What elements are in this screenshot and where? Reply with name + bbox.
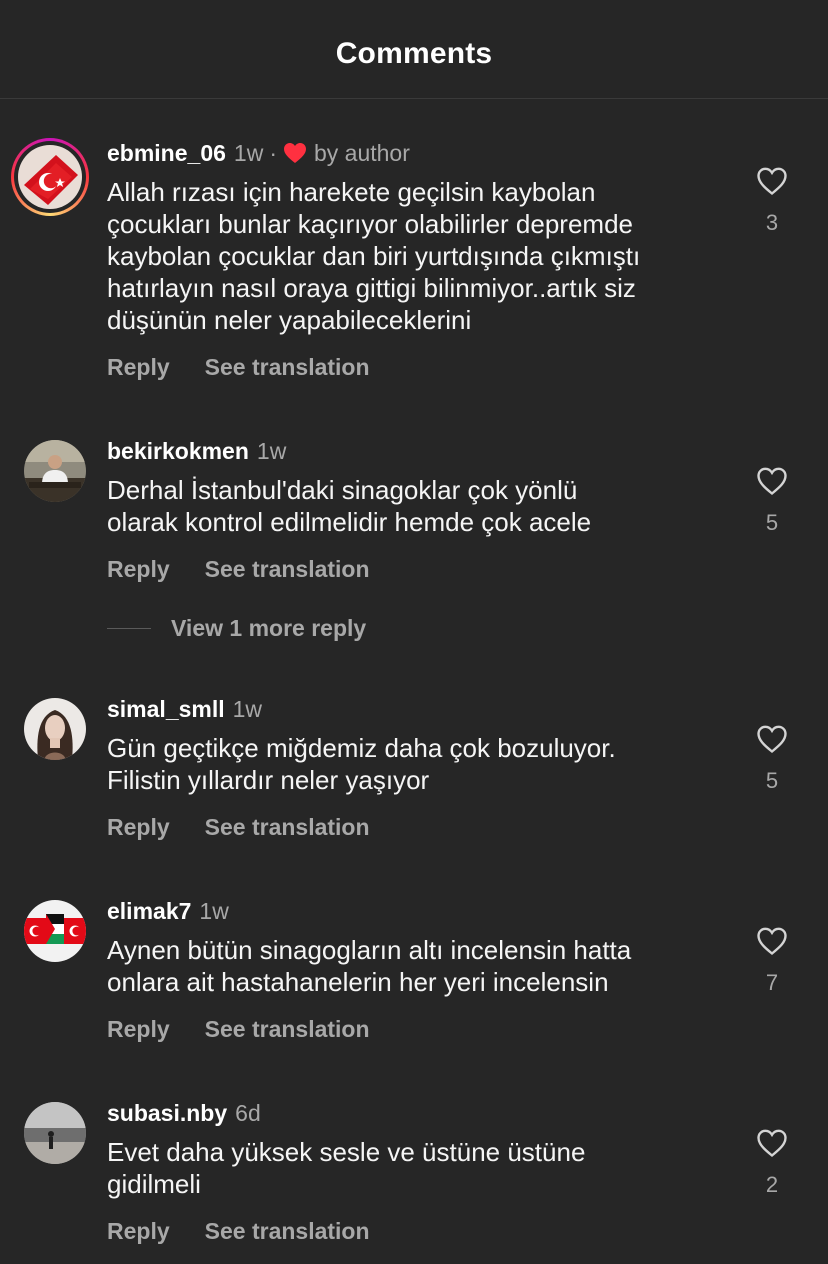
beach-silhouette-avatar[interactable] (24, 1102, 86, 1164)
comment-username[interactable]: simal_smll (107, 695, 225, 723)
reply-button[interactable]: Reply (107, 555, 170, 583)
flags-avatar[interactable] (24, 900, 86, 962)
view-more-replies-button[interactable]: View 1 more reply (107, 615, 366, 642)
comment-like: 5 (748, 724, 796, 794)
comment-username[interactable]: elimak7 (107, 897, 191, 925)
comment-text: Derhal İstanbul'daki sinagoklar çok yönl… (107, 475, 592, 537)
reply-button[interactable]: Reply (107, 1217, 170, 1245)
avatar-story-ring[interactable] (11, 138, 89, 216)
reply-button[interactable]: Reply (107, 1015, 170, 1043)
see-translation-button[interactable]: See translation (205, 1217, 370, 1245)
comment-actions: Reply See translation (107, 1217, 370, 1245)
heart-icon[interactable] (756, 926, 788, 956)
comment-time: 1w (233, 140, 264, 166)
comments-header: Comments (0, 0, 828, 99)
see-translation-button[interactable]: See translation (205, 1015, 370, 1043)
heart-icon[interactable] (756, 466, 788, 496)
comment-username[interactable]: ebmine_06 (107, 139, 226, 167)
comment-actions: Reply See translation (107, 1015, 370, 1043)
liked-heart-icon (283, 143, 306, 163)
comment-text: Aynen bütün sinagogların altı incelensin… (107, 935, 632, 997)
heart-icon[interactable] (756, 166, 788, 196)
reply-button[interactable]: Reply (107, 813, 170, 841)
see-translation-button[interactable]: See translation (205, 813, 370, 841)
comment-like: 5 (748, 466, 796, 536)
comment-username[interactable]: bekirkokmen (107, 437, 249, 465)
comment-time: 6d (235, 1100, 261, 1126)
comment-text: Evet daha yüksek sesle ve üstüne üstüne … (107, 1137, 586, 1199)
comment-meta: bekirkokmen 1w (107, 437, 286, 465)
comment-like: 7 (748, 926, 796, 996)
comment-meta: ebmine_06 1w · by author (107, 139, 410, 167)
comment-actions: Reply See translation (107, 813, 370, 841)
comment-meta: subasi.nby 6d (107, 1099, 261, 1127)
see-translation-button[interactable]: See translation (205, 555, 370, 583)
divider-line (107, 628, 151, 629)
man-at-desk-avatar[interactable] (24, 440, 86, 502)
comment-meta: elimak7 1w (107, 897, 229, 925)
liked-by-author-label: by author (313, 140, 410, 166)
page-title: Comments (335, 37, 493, 70)
reply-button[interactable]: Reply (107, 353, 170, 381)
like-count: 5 (765, 768, 779, 793)
turkish-flag-avatar (18, 145, 82, 209)
like-count: 7 (765, 970, 779, 995)
comment-like: 2 (748, 1128, 796, 1198)
like-count: 5 (765, 510, 779, 535)
comment-text: Gün geçtikçe miğdemiz daha çok bozuluyor… (107, 733, 616, 795)
comment-actions: Reply See translation (107, 555, 370, 583)
view-more-label: View 1 more reply (171, 615, 367, 641)
like-count: 2 (765, 1172, 779, 1197)
comment-username[interactable]: subasi.nby (107, 1099, 227, 1127)
comment-time: 1w (232, 696, 263, 722)
heart-icon[interactable] (756, 1128, 788, 1158)
see-translation-button[interactable]: See translation (205, 353, 370, 381)
comment-text: Allah rızası için harekete geçilsin kayb… (107, 177, 641, 335)
heart-icon[interactable] (756, 724, 788, 754)
like-count: 3 (765, 210, 779, 235)
meta-separator: · (269, 140, 277, 166)
comment-actions: Reply See translation (107, 353, 370, 381)
comments-screen: Comments ebmine_06 1w · by author Allah … (0, 0, 828, 1264)
comment-time: 1w (256, 438, 287, 464)
woman-portrait-avatar[interactable] (24, 698, 86, 760)
comment-meta: simal_smll 1w (107, 695, 262, 723)
comment-like: 3 (748, 166, 796, 236)
comment-time: 1w (199, 898, 229, 924)
